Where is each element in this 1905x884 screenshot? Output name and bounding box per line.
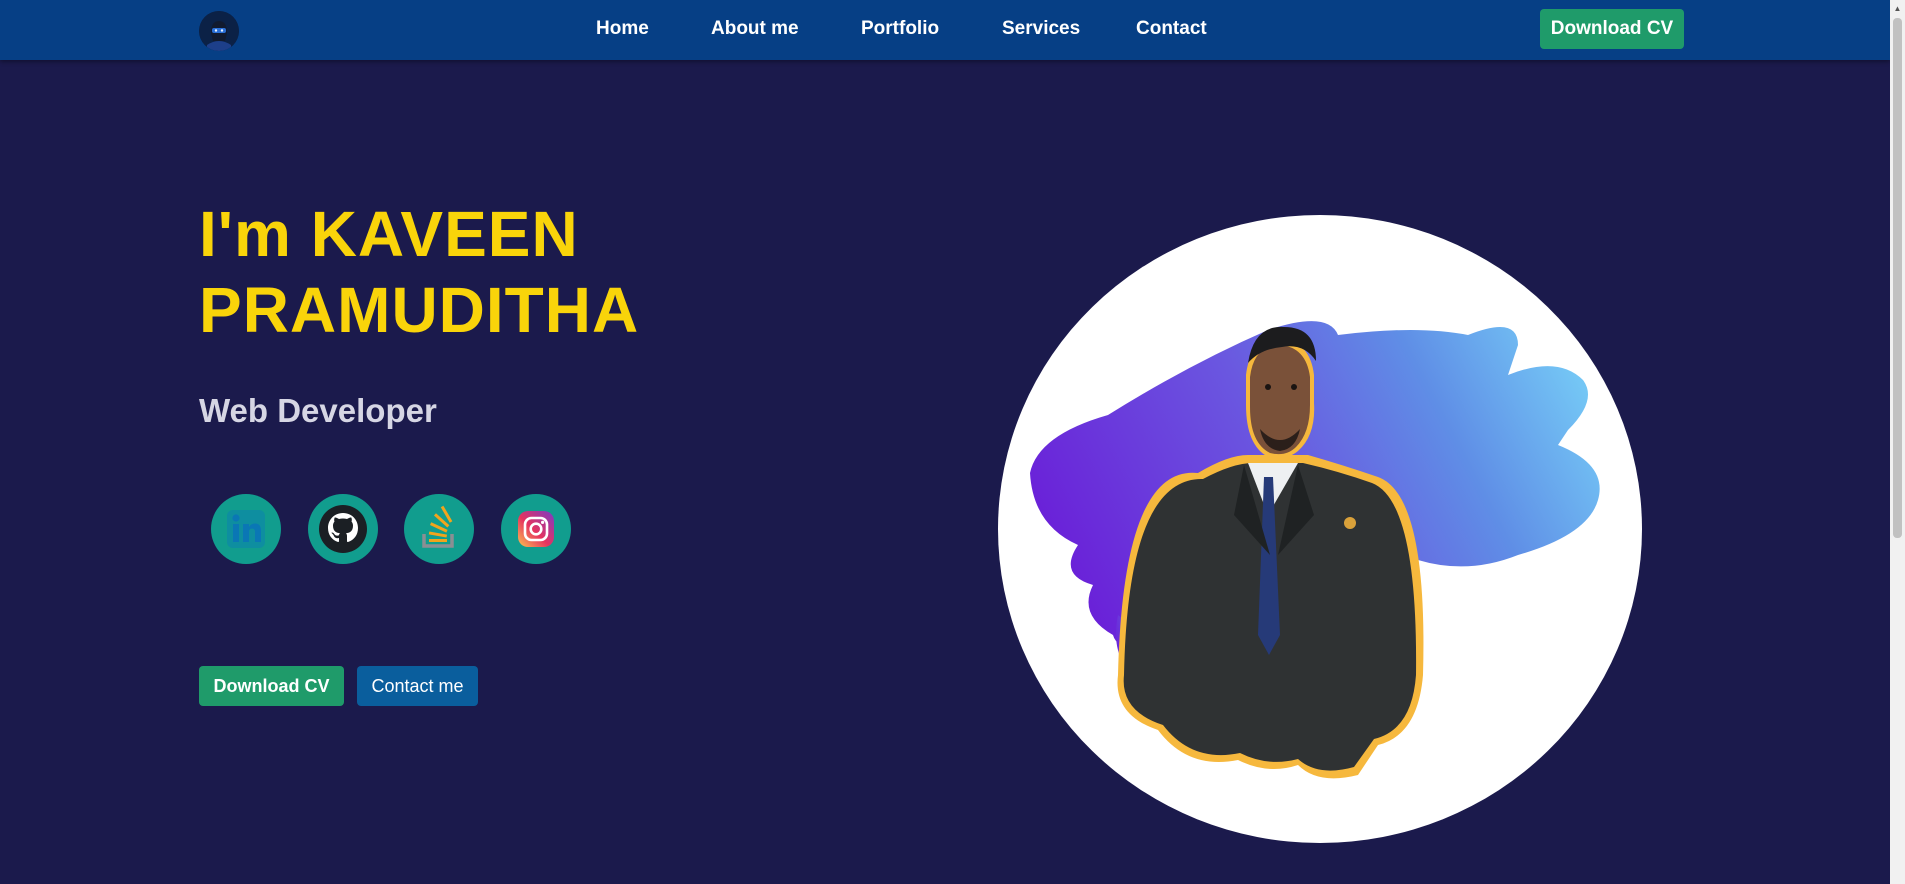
hero-download-cv-button[interactable]: Download CV [199, 666, 344, 706]
github-icon[interactable] [308, 494, 378, 564]
hero-role: Web Developer [199, 392, 437, 429]
nav-download-cv-button[interactable]: Download CV [1540, 9, 1684, 49]
nav-link-portfolio[interactable]: Portfolio [861, 18, 939, 40]
hero-contact-button[interactable]: Contact me [357, 666, 478, 706]
nav-link-home[interactable]: Home [596, 18, 649, 40]
scroll-up-arrow-icon[interactable]: ▲ [1890, 0, 1905, 17]
hero-name-line1: I'm KAVEEN [199, 198, 579, 270]
profile-photo [998, 215, 1642, 843]
navbar: Home About me Portfolio Services Contact… [0, 0, 1890, 60]
scrollbar-thumb[interactable] [1893, 18, 1902, 538]
hero-name-line2: PRAMUDITHA [199, 274, 640, 346]
hero-name: I'm KAVEEN PRAMUDITHA [199, 196, 639, 348]
stackoverflow-icon[interactable] [404, 494, 474, 564]
nav-link-about[interactable]: About me [711, 18, 799, 40]
linkedin-icon[interactable] [211, 494, 281, 564]
nav-link-services[interactable]: Services [1002, 18, 1080, 40]
page-scrollbar[interactable]: ▲ [1890, 0, 1905, 884]
instagram-icon[interactable] [501, 494, 571, 564]
nav-link-contact[interactable]: Contact [1136, 18, 1207, 40]
